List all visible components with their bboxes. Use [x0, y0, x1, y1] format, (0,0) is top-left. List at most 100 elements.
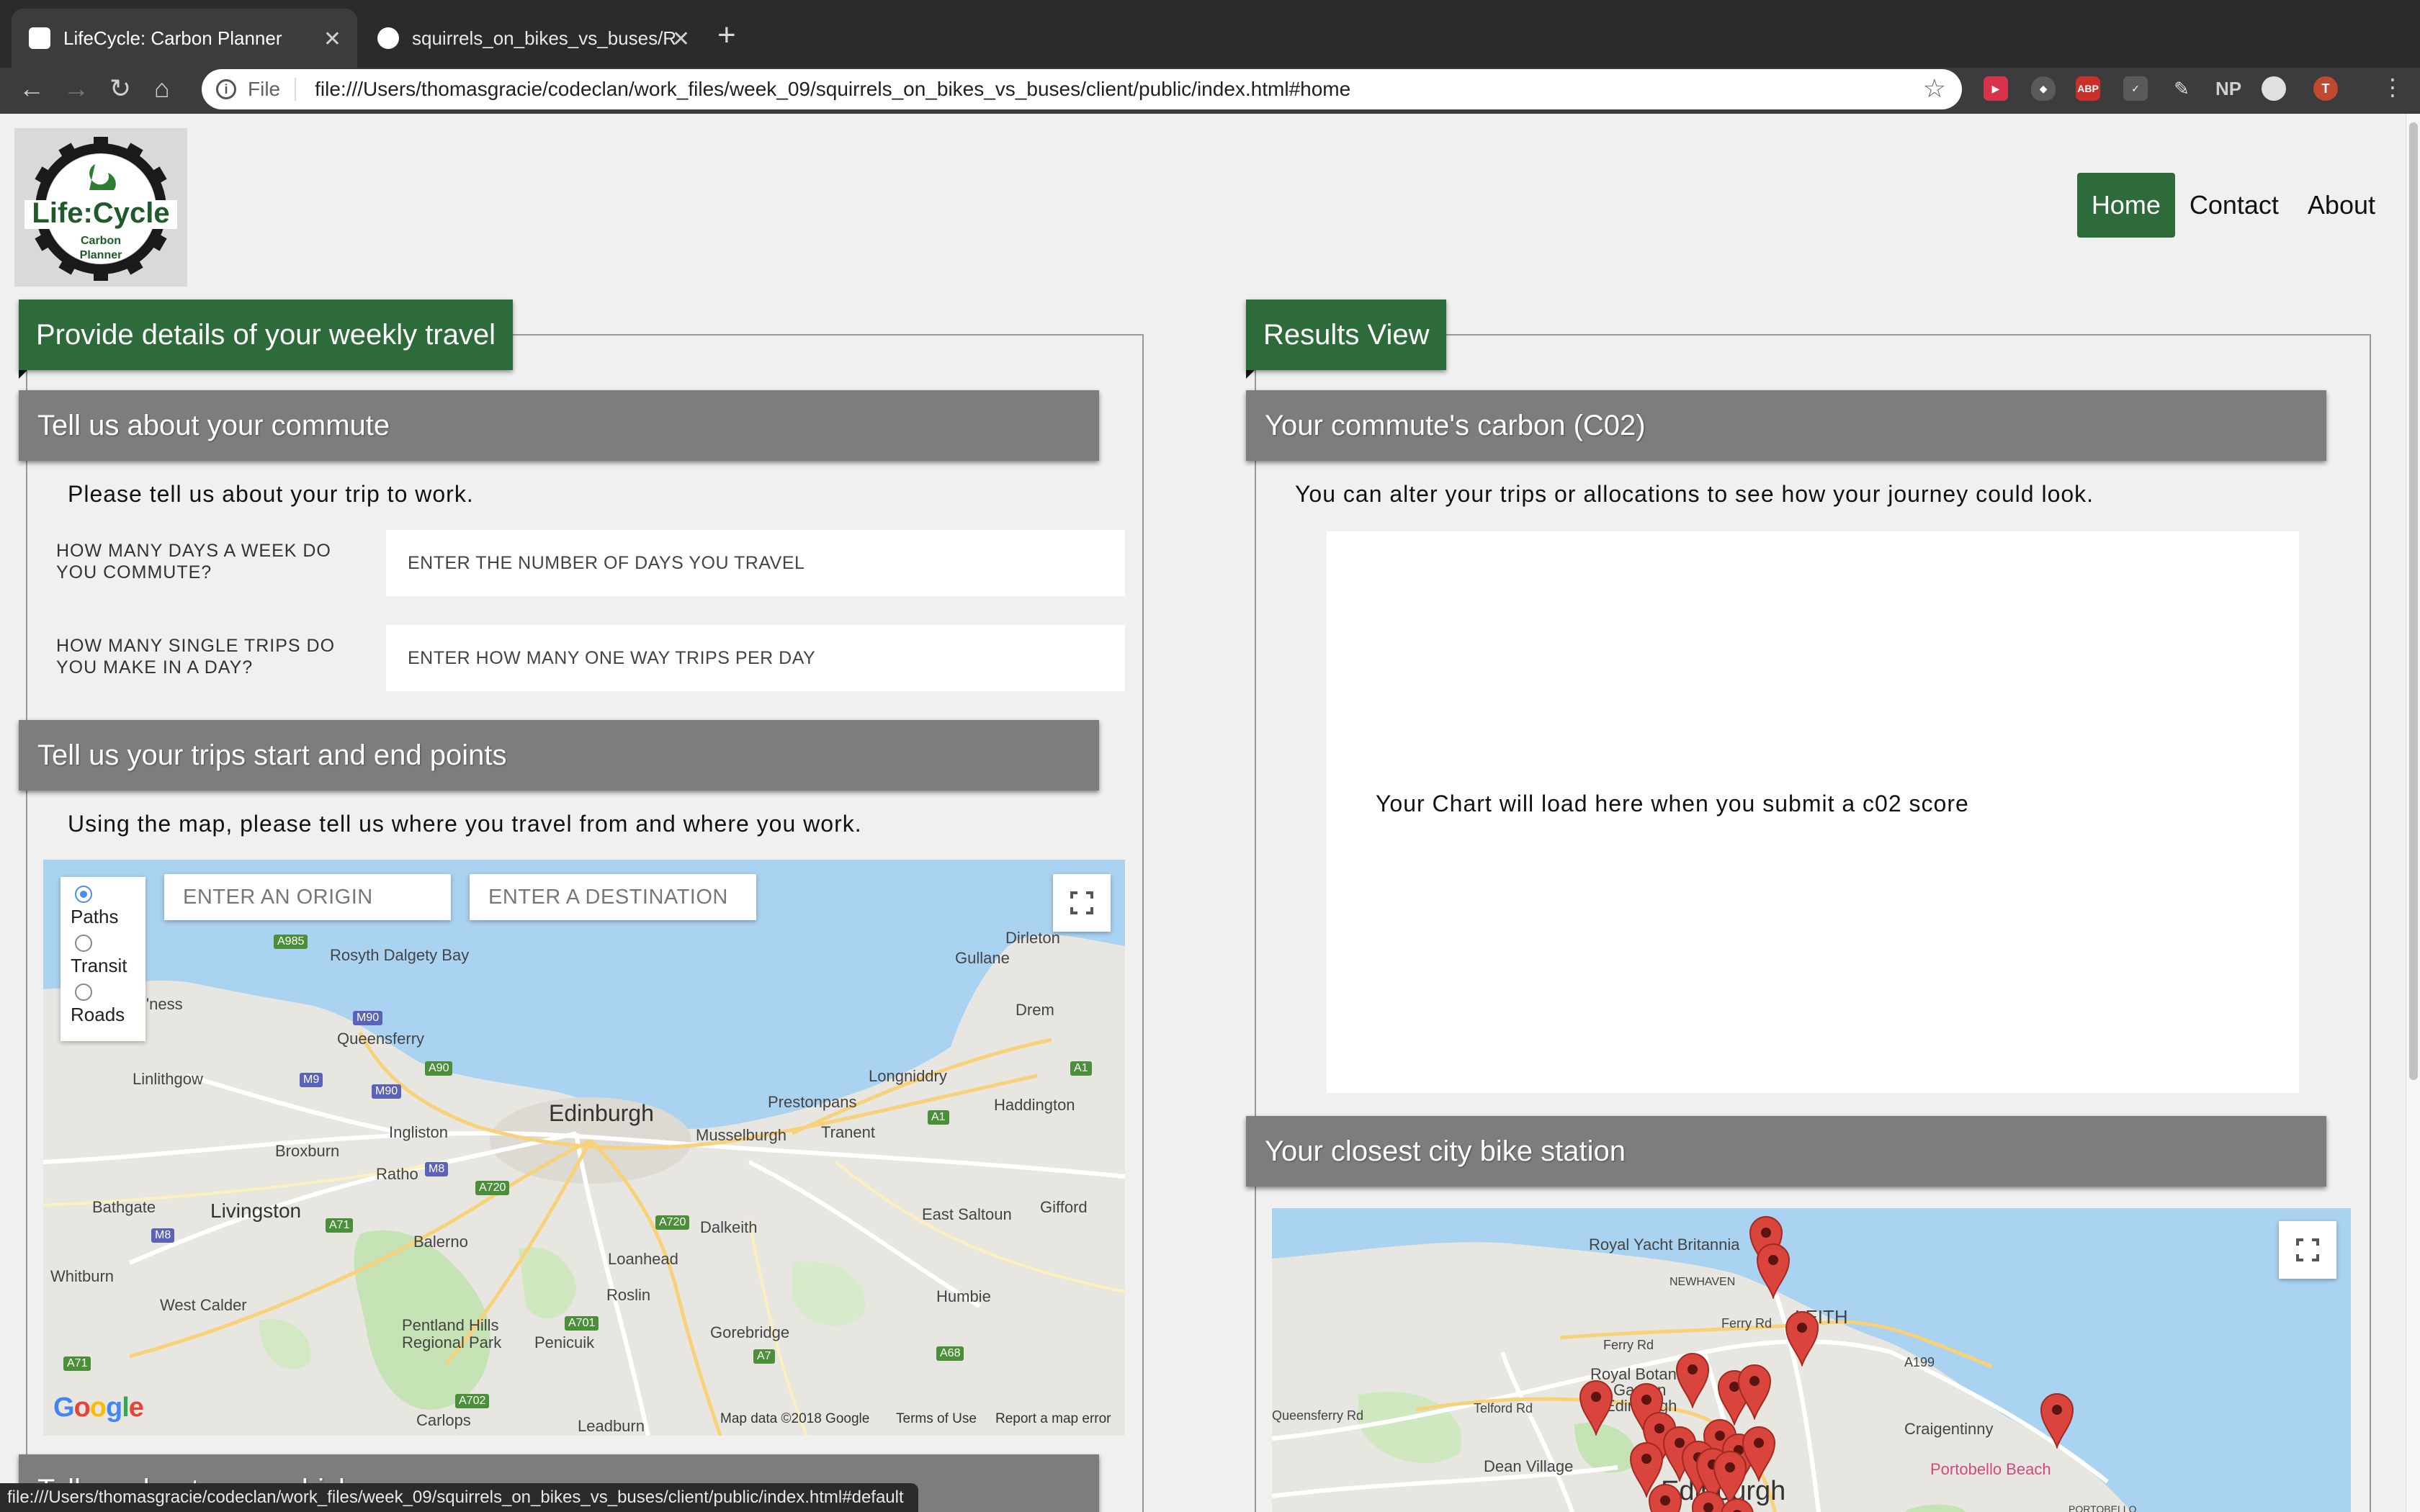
- map-label-pentland-1: Pentland Hills: [402, 1316, 499, 1334]
- origin-input[interactable]: ENTER AN ORIGIN: [164, 874, 451, 920]
- paths-radio[interactable]: [75, 886, 92, 903]
- bike-station-pin-icon[interactable]: [1783, 1309, 1821, 1367]
- url-scheme: File: [248, 78, 297, 101]
- road-a701: A701: [565, 1316, 599, 1331]
- bike-station-pin-icon[interactable]: [1736, 1362, 1773, 1420]
- main-nav: Home Contact About: [2076, 173, 2390, 238]
- roads-radio[interactable]: [75, 984, 92, 1001]
- forward-icon[interactable]: →: [63, 73, 89, 104]
- profile-avatar[interactable]: T: [2313, 76, 2338, 101]
- bike-station-pin-icon[interactable]: [2038, 1391, 2076, 1449]
- map-label-livingston: Livingston: [210, 1200, 302, 1222]
- np-extension-icon[interactable]: NP: [2211, 76, 2246, 101]
- tab-lifecycle[interactable]: LifeCycle: Carbon Planner ✕: [12, 9, 357, 68]
- bike-station-pin-icon[interactable]: [1674, 1351, 1711, 1408]
- trips-section-header: Tell us your trips start and end points: [19, 720, 1099, 791]
- browser-tab-bar: LifeCycle: Carbon Planner ✕ squirrels_on…: [0, 0, 2420, 68]
- menu-icon[interactable]: ⋮: [2381, 73, 2404, 101]
- destination-input[interactable]: ENTER A DESTINATION: [470, 874, 756, 920]
- map-label-humbie: Humbie: [936, 1287, 991, 1305]
- bike-map-label-yacht: Royal Yacht Britannia: [1589, 1236, 1740, 1254]
- map-label-ingliston: Ingliston: [389, 1123, 448, 1141]
- commute-intro: Please tell us about your trip to work.: [68, 481, 474, 507]
- map-label-balerno: Balerno: [413, 1233, 468, 1251]
- map-label-broxburn: Broxburn: [275, 1142, 340, 1160]
- transit-radio[interactable]: [75, 935, 92, 952]
- bookmark-star-icon[interactable]: ☆: [1923, 73, 1946, 104]
- route-map[interactable]: Rosyth Dalgety Bay Bo'ness Queensferry L…: [43, 860, 1125, 1436]
- bike-map-label-newhaven: NEWHAVEN: [1670, 1276, 1736, 1288]
- bike-station-pin-icon[interactable]: [1577, 1378, 1615, 1436]
- map-label-bathgate: Bathgate: [92, 1198, 156, 1216]
- site-header: Life:Cycle Carbon Planner Home Contact A…: [0, 114, 2406, 287]
- nav-contact[interactable]: Contact: [2175, 173, 2293, 238]
- page-viewport: Life:Cycle Carbon Planner Home Contact A…: [0, 114, 2406, 1512]
- days-label-line-2: YOU COMMUTE?: [56, 562, 212, 582]
- bike-station-pin-icon[interactable]: [1718, 1496, 1756, 1512]
- shield-check-extension-icon[interactable]: ✓: [2123, 76, 2148, 101]
- road-a71: A71: [326, 1218, 354, 1233]
- carbon-intro: You can alter your trips or allocations …: [1295, 481, 2094, 507]
- google-logo[interactable]: Google: [53, 1392, 144, 1423]
- close-tab-icon[interactable]: ✕: [672, 27, 690, 52]
- new-tab-icon[interactable]: +: [717, 17, 736, 53]
- map-label-drem: Drem: [1016, 1001, 1054, 1019]
- map-label-gorebridge: Gorebridge: [710, 1323, 790, 1341]
- map-label-east-saltoun: East Saltoun: [922, 1205, 1012, 1223]
- road-a702: A702: [455, 1394, 490, 1408]
- adblock-extension-icon[interactable]: ABP: [2076, 76, 2100, 101]
- ruler-extension-icon[interactable]: ✎: [2169, 76, 2194, 101]
- road-a720: A720: [475, 1181, 510, 1195]
- map-label-gullane: Gullane: [955, 949, 1010, 967]
- url-text[interactable]: file:///Users/thomasgracie/codeclan/work…: [315, 78, 1350, 101]
- days-per-week-input[interactable]: ENTER THE NUMBER OF DAYS YOU TRAVEL: [386, 530, 1125, 596]
- commute-section-header: Tell us about your commute: [19, 390, 1099, 461]
- road-a71b: A71: [63, 1356, 91, 1371]
- address-bar[interactable]: i File file:///Users/thomasgracie/codecl…: [202, 69, 1962, 109]
- lifecycle-logo[interactable]: Life:Cycle Carbon Planner: [14, 128, 187, 287]
- map-label-whitburn: Whitburn: [50, 1267, 115, 1285]
- circle-extension-icon[interactable]: [2262, 76, 2286, 101]
- road-a68: A68: [936, 1346, 964, 1361]
- bike-station-pin-icon[interactable]: [1754, 1241, 1792, 1299]
- road-m8: M8: [425, 1162, 449, 1176]
- tab-title: LifeCycle: Carbon Planner: [63, 27, 282, 49]
- map-label-ratho: Ratho: [376, 1165, 418, 1183]
- map-label-dalgety: Rosyth Dalgety Bay: [330, 946, 470, 964]
- bike-map-label-craigentinny: Craigentinny: [1904, 1420, 1994, 1438]
- close-tab-icon[interactable]: ✕: [323, 27, 341, 52]
- trips-per-day-input[interactable]: ENTER HOW MANY ONE WAY TRIPS PER DAY: [386, 625, 1125, 691]
- bike-map-fullscreen-button[interactable]: [2279, 1221, 2336, 1279]
- github-icon: [377, 27, 399, 49]
- map-report-link[interactable]: Report a map error: [995, 1411, 1111, 1427]
- bike-station-map[interactable]: Royal Yacht Britannia NEWHAVEN LEITH Fer…: [1272, 1208, 2351, 1512]
- tab-github[interactable]: squirrels_on_bikes_vs_buses/R ✕: [360, 9, 706, 68]
- nav-home[interactable]: Home: [2076, 173, 2175, 238]
- home-icon[interactable]: ⌂: [154, 73, 170, 104]
- road-a1: A1: [928, 1110, 949, 1125]
- bike-map-label-ferry-rd-1: Ferry Rd: [1603, 1338, 1654, 1352]
- logo-line-2: Planner: [79, 249, 122, 261]
- carbon-section-header: Your commute's carbon (C02): [1246, 390, 2326, 461]
- reload-icon[interactable]: ↻: [109, 73, 131, 104]
- map-terms-link[interactable]: Terms of Use: [896, 1411, 977, 1427]
- road-a985: A985: [274, 935, 308, 949]
- info-icon[interactable]: i: [216, 79, 236, 99]
- bike-station-pin-icon[interactable]: [1646, 1482, 1684, 1512]
- map-label-west-calder: West Calder: [160, 1296, 247, 1314]
- shield-extension-icon[interactable]: ◆: [2031, 76, 2056, 101]
- map-label-musselburgh: Musselburgh: [696, 1126, 786, 1144]
- pocket-extension-icon[interactable]: ▶: [1984, 76, 2008, 101]
- map-fullscreen-button[interactable]: [1053, 874, 1111, 932]
- bike-map-label-queensferry-rd: Queensferry Rd: [1272, 1408, 1364, 1423]
- map-label-pentland-2: Regional Park: [402, 1333, 502, 1351]
- scrollbar-thumb[interactable]: [2409, 122, 2418, 1080]
- back-icon[interactable]: ←: [19, 73, 45, 104]
- page-scrollbar[interactable]: [2406, 114, 2420, 1512]
- chart-placeholder-text: Your Chart will load here when you submi…: [1376, 791, 1969, 816]
- map-label-dirleton: Dirleton: [1005, 929, 1060, 947]
- nav-about[interactable]: About: [2293, 173, 2390, 238]
- map-label-penicuik: Penicuik: [534, 1333, 595, 1351]
- trips-label-line-2: YOU MAKE IN A DAY?: [56, 657, 254, 678]
- carbon-chart-placeholder: Your Chart will load here when you submi…: [1327, 531, 2299, 1093]
